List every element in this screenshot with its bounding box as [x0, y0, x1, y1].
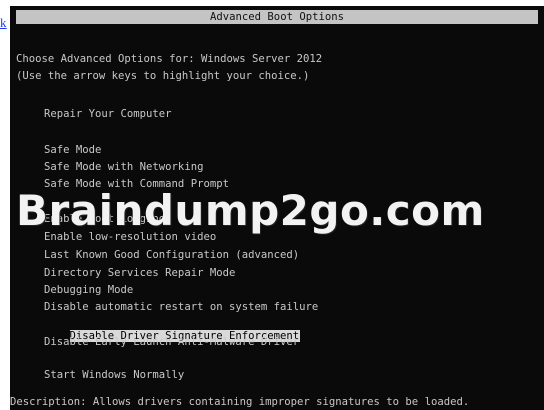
menu-item-directory-services-repair[interactable]: Directory Services Repair Mode: [44, 267, 235, 279]
menu-item-disable-auto-restart[interactable]: Disable automatic restart on system fail…: [44, 301, 318, 313]
menu-item-repair-your-computer[interactable]: Repair Your Computer: [44, 108, 172, 120]
arrow-keys-hint: (Use the arrow keys to highlight your ch…: [16, 70, 310, 82]
menu-item-last-known-good[interactable]: Last Known Good Configuration (advanced): [44, 249, 299, 261]
page-link[interactable]: k: [0, 15, 7, 31]
boot-options-console: Advanced Boot Options Choose Advanced Op…: [10, 6, 544, 410]
description-text: Description: Allows drivers containing i…: [10, 396, 470, 408]
menu-item-disable-early-launch-anti-malware[interactable]: Disable Early Launch Anti-Malware Driver: [44, 336, 299, 348]
menu-item-safe-mode[interactable]: Safe Mode: [44, 144, 101, 156]
console-title: Advanced Boot Options: [16, 10, 538, 24]
menu-item-safe-mode-networking[interactable]: Safe Mode with Networking: [44, 161, 203, 173]
menu-item-debugging-mode[interactable]: Debugging Mode: [44, 284, 133, 296]
braindump2go-watermark: Braindump2go.com: [16, 186, 485, 235]
menu-item-start-windows-normally[interactable]: Start Windows Normally: [44, 369, 184, 381]
choose-options-prompt: Choose Advanced Options for: Windows Ser…: [16, 53, 323, 65]
